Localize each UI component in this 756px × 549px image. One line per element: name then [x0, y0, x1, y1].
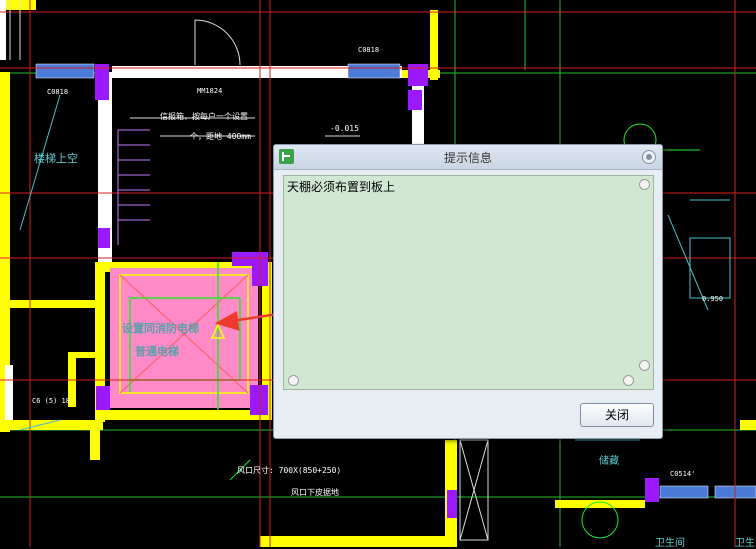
- dimension-label-left: C6 (5) 18: [32, 397, 70, 405]
- code-bottom-label: C0514': [670, 470, 696, 478]
- elevator-fire-label: 设置同消防电梯: [122, 322, 199, 335]
- stair-void-label: 楼梯上空: [34, 152, 78, 165]
- close-button[interactable]: 关闭: [580, 403, 654, 427]
- window-code-label: MM1824: [197, 87, 223, 95]
- dialog-titlebar[interactable]: 提示信息: [274, 145, 662, 170]
- door-label-left: C0818: [47, 88, 69, 96]
- elevator-normal-label: 普通电梯: [135, 345, 179, 358]
- dialog-close-icon[interactable]: [642, 150, 656, 164]
- scroll-left-handle[interactable]: [288, 375, 299, 386]
- level-label: -0.015: [330, 124, 359, 133]
- storage-room-label: 储藏: [599, 456, 619, 467]
- scroll-up-handle[interactable]: [639, 179, 650, 190]
- note-line-2: 个，距地 400mm: [190, 132, 251, 141]
- door-label-top: C0818: [358, 46, 380, 54]
- level-right-label: 0.950: [702, 295, 724, 303]
- vent-size-label: 风口尺寸: 700X(850+250): [237, 466, 342, 475]
- prompt-dialog[interactable]: 提示信息 天棚必须布置到板上 关闭: [273, 144, 663, 439]
- message-text: 天棚必须布置到板上: [287, 180, 396, 194]
- dialog-title: 提示信息: [443, 151, 492, 165]
- scroll-down-handle[interactable]: [639, 360, 650, 371]
- vent-bottom-label: 风口下皮据地: [291, 488, 339, 497]
- scroll-right-handle[interactable]: [623, 375, 634, 386]
- note-line-1: 信报箱，按每户一个设置: [160, 112, 248, 121]
- message-area[interactable]: 天棚必须布置到板上: [283, 175, 654, 390]
